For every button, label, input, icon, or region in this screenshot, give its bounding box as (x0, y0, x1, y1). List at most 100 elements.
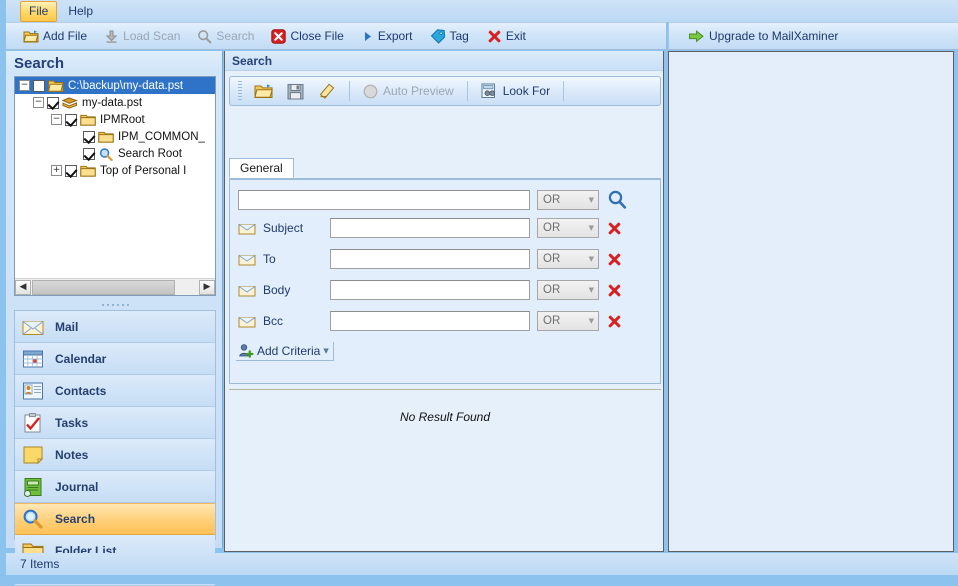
tree-node-checkbox[interactable] (83, 130, 95, 143)
no-result-message: No Result Found (399, 410, 491, 424)
scroll-right-arrow-icon[interactable]: ▶ (199, 279, 215, 295)
expander-minus-icon[interactable]: − (19, 80, 30, 91)
center-pane: Search Auto Preview Look For General OR … (224, 51, 664, 552)
expander-minus-icon[interactable]: − (33, 97, 44, 108)
criteria-subject-input[interactable] (330, 218, 530, 238)
look-for-button[interactable]: Look For (476, 79, 555, 103)
scroll-left-arrow-icon[interactable]: ◀ (15, 279, 31, 295)
sidebar-item-journal[interactable]: Journal (15, 471, 215, 503)
toolbar-tag-label: Tag (449, 29, 469, 43)
toolbar-separator (563, 81, 565, 101)
criteria-label: Bcc (263, 314, 284, 328)
chevron-down-icon: ▼ (588, 224, 594, 232)
upgrade-to-mailxaminer-button[interactable]: Upgrade to MailXaminer (681, 25, 845, 47)
operator-value: OR (543, 315, 561, 327)
close-red-icon (271, 28, 287, 44)
journal-icon (24, 477, 42, 497)
expander-plus-icon[interactable]: + (51, 165, 62, 176)
magnifier-icon (198, 29, 212, 43)
toolbar-export-label: Export (377, 29, 413, 43)
green-arrow-icon (689, 29, 704, 42)
tree-node-checkbox[interactable] (65, 164, 77, 177)
tree-node-checkbox[interactable] (83, 147, 95, 160)
toolbar-separator (349, 81, 350, 101)
toolbar-exit-button[interactable]: Exit (479, 25, 533, 47)
tree-node-label: Search Root (118, 147, 182, 160)
criteria-to-input[interactable] (330, 249, 530, 269)
criteria-body-input[interactable] (330, 280, 530, 300)
tree-node[interactable]: IPM_COMMON_ (15, 128, 215, 145)
toolbar-exit-label: Exit (505, 29, 526, 43)
tab-general[interactable]: General (229, 158, 294, 178)
main-search-operator-select[interactable]: OR ▼ (537, 190, 599, 210)
sidebar-item-tasks[interactable]: Tasks (15, 407, 215, 439)
tree-node-checkbox[interactable] (65, 113, 77, 126)
criteria-body-operator-select[interactable]: OR ▼ (537, 280, 599, 300)
toolbar-search-button[interactable]: Search (190, 25, 261, 47)
sidebar-item-search[interactable]: Search (15, 503, 215, 535)
main-search-row: OR ▼ (230, 180, 660, 211)
remove-criteria-icon[interactable] (606, 220, 622, 236)
tree-node[interactable]: − C:\backup\my-data.pst (15, 77, 215, 94)
add-criteria-button[interactable]: Add Criteria ▼ (236, 342, 334, 361)
open-search-button[interactable] (249, 79, 278, 103)
menu-item-file[interactable]: File (20, 0, 58, 22)
pane-splitter[interactable] (14, 300, 216, 309)
tree-node-checkbox[interactable] (47, 96, 59, 109)
tree-node-checkbox[interactable] (33, 79, 45, 92)
download-icon (105, 30, 118, 43)
tree-node[interactable]: + Top of Personal I (15, 162, 215, 179)
criteria-label: To (263, 252, 276, 266)
operator-value: OR (543, 194, 561, 206)
toolbar-load-scan-button[interactable]: Load Scan (97, 25, 187, 47)
operator-value: OR (543, 284, 561, 296)
toolbar-add-file-button[interactable]: Add File (16, 25, 94, 47)
application-window: File Help Add File Load Scan Search Clos… (0, 0, 958, 586)
upgrade-label: Upgrade to MailXaminer (709, 29, 839, 43)
play-triangle-icon (364, 31, 371, 41)
sidebar-item-calendar[interactable]: Calendar (15, 343, 215, 375)
scrollbar-track[interactable] (176, 279, 199, 295)
remove-criteria-icon[interactable] (606, 313, 622, 329)
tree-node[interactable]: − my-data.pst (15, 94, 215, 111)
folder-tree[interactable]: − C:\backup\my-data.pst − my-data.pst − … (14, 76, 216, 296)
toolbar-tag-button[interactable]: Tag (423, 25, 476, 47)
tree-node[interactable]: − IPMRoot (15, 111, 215, 128)
sidebar-item-contacts[interactable]: Contacts (15, 375, 215, 407)
chevron-down-icon: ▼ (588, 286, 594, 294)
toolbar-close-file-button[interactable]: Close File (264, 25, 350, 47)
tab-strip: General (229, 158, 661, 179)
toolbar-close-file-label: Close File (290, 29, 344, 43)
toolbar-gripper[interactable] (238, 81, 242, 101)
tree-node-label: Top of Personal I (100, 164, 187, 177)
add-person-icon (239, 344, 254, 358)
sidebar-item-mail[interactable]: Mail (15, 311, 215, 343)
search-submit-icon[interactable] (606, 189, 628, 211)
tree-node[interactable]: Search Root (15, 145, 215, 162)
contacts-icon (23, 382, 43, 399)
menu-item-help[interactable]: Help (59, 1, 102, 22)
tree-horizontal-scrollbar[interactable]: ◀ ▶ (15, 278, 215, 295)
clear-search-button[interactable] (313, 79, 341, 103)
remove-criteria-icon[interactable] (606, 282, 622, 298)
criteria-row: Subject OR ▼ (230, 211, 660, 242)
criteria-to-operator-select[interactable]: OR ▼ (537, 249, 599, 269)
save-search-button[interactable] (282, 79, 309, 103)
criteria-bcc-operator-select[interactable]: OR ▼ (537, 311, 599, 331)
criteria-bcc-input[interactable] (330, 311, 530, 331)
main-search-input[interactable] (238, 190, 530, 210)
sidebar-item-notes[interactable]: Notes (15, 439, 215, 471)
remove-criteria-icon[interactable] (606, 251, 622, 267)
add-criteria-label: Add Criteria (257, 343, 321, 358)
operator-value: OR (543, 253, 561, 265)
preview-pane (668, 51, 954, 552)
toolbar-export-button[interactable]: Export (354, 25, 420, 47)
main-toolbar: Add File Load Scan Search Close File Exp… (6, 22, 666, 50)
criteria-subject-operator-select[interactable]: OR ▼ (537, 218, 599, 238)
tag-icon (430, 28, 445, 44)
expander-minus-icon[interactable]: − (51, 114, 62, 125)
navigation-list: Mail Calendar Contacts Tasks Notes Journ… (14, 310, 216, 586)
status-item-count: 7 Items (20, 557, 60, 571)
auto-preview-button[interactable]: Auto Preview (358, 79, 459, 103)
scrollbar-thumb[interactable] (32, 279, 175, 295)
